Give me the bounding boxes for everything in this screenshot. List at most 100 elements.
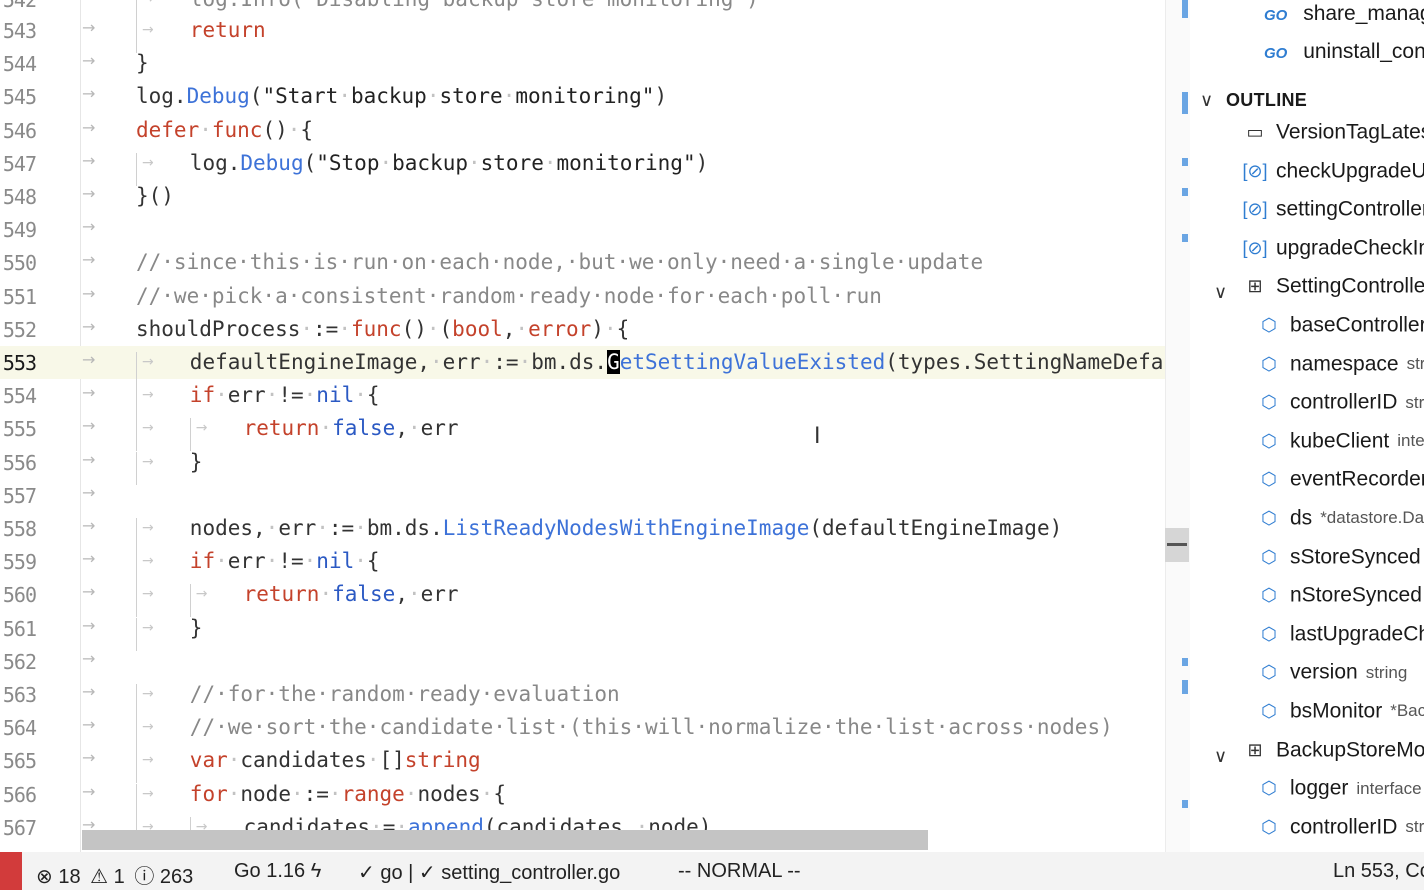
line-number: 548 <box>2 185 37 209</box>
outline-item[interactable]: ⬡ baseController <box>1256 313 1424 351</box>
code-text: } <box>136 616 202 651</box>
outline-header[interactable]: OUTLINE <box>1226 90 1307 111</box>
tab-marker-icon: → <box>82 217 96 237</box>
outline-item[interactable]: ⬡lastUpgradeCheckedTimestamp <box>1256 622 1424 660</box>
tab-marker-icon: → <box>82 516 96 535</box>
constant-icon: ▭ <box>1246 121 1264 142</box>
line-number: 554 <box>2 384 37 409</box>
outline-item[interactable]: ▭ VersionTagLatest <box>1242 120 1424 158</box>
chevron-down-icon[interactable]: ∨ <box>1214 282 1227 303</box>
outline-item[interactable]: ⬡controllerIDstring <box>1256 815 1424 852</box>
outline-item[interactable]: ⬡kubeClientinterface <box>1256 429 1424 467</box>
field-icon: ⬡ <box>1261 662 1277 683</box>
code-text: return <box>136 18 266 53</box>
outline-item[interactable]: ⬡ sStoreSynced <box>1256 545 1421 583</box>
field-icon: ⬡ <box>1261 623 1277 644</box>
field-icon: ⬡ <box>1261 507 1277 528</box>
scrollbar-change-marker <box>1182 92 1188 114</box>
line-number: 563 <box>2 683 37 707</box>
code-text: defaultEngineImage,·err·:=·bm.ds.GetSett… <box>136 350 1165 385</box>
tab-marker-icon: → <box>82 482 96 502</box>
code-line: 560 → return·false,·err <box>0 578 1165 618</box>
tab-marker-icon: → <box>82 84 96 104</box>
variable-icon: [⊘] <box>1242 160 1268 181</box>
cursor-position[interactable]: Ln 553, Col 64 <box>1333 860 1424 883</box>
problems-indicator[interactable]: ⊗ 18 ⚠ 1 ⓘ 263 <box>36 860 193 889</box>
outline-item[interactable]: ⬡ eventRecorder <box>1256 467 1424 505</box>
outline-item[interactable]: ⬡ version string <box>1256 660 1407 698</box>
outline-item[interactable]: ⬡controllerIDstring <box>1256 390 1424 428</box>
line-number: 558 <box>2 517 37 541</box>
check-icon: ✓ <box>418 862 436 884</box>
code-line-current: 553 → defaultEngineImage,·err·:=·bm.ds.Get… <box>0 346 1165 385</box>
outline-item[interactable]: ⬡namespacestring <box>1256 352 1424 390</box>
code-line: 559 → if·err·!=·nil·{ <box>0 545 1165 585</box>
outline-item[interactable]: ⬡ logger interface <box>1256 776 1421 814</box>
tab-marker-icon: → <box>82 615 96 635</box>
code-text: shouldProcess·:=·func()·(bool,·error)·{ <box>136 316 630 341</box>
tab-marker-icon: → <box>82 549 96 569</box>
vertical-scrollbar[interactable] <box>1165 0 1190 852</box>
file-item-uninstall[interactable]: GO uninstall_controller.go <box>1264 40 1424 78</box>
chevron-down-icon[interactable]: ∨ <box>1200 90 1213 111</box>
field-icon: ⬡ <box>1261 353 1277 374</box>
vertical-scrollbar-thumb[interactable] <box>1165 528 1189 562</box>
error-icon: ⊗ <box>36 866 53 888</box>
file-item-share-manager[interactable]: GO share_manager_controller.go <box>1264 2 1424 40</box>
lightning-icon: ϟ <box>310 860 322 882</box>
chevron-down-icon[interactable]: ∨ <box>1214 746 1227 767</box>
vim-mode: -- NORMAL -- <box>678 860 801 882</box>
code-text: nodes,·err·:=·bm.ds.ListReadyNodesWithEn… <box>136 516 1062 551</box>
tab-marker-icon: → <box>82 184 96 203</box>
scrollbar-change-marker <box>1182 188 1188 196</box>
variable-icon: [⊘] <box>1242 199 1268 220</box>
outline-item[interactable]: [⊘]checkUpgradeURL <box>1242 159 1424 197</box>
outline-item[interactable]: [⊘]upgradeCheckInterval <box>1242 236 1424 274</box>
field-icon: ⬡ <box>1261 469 1277 490</box>
line-number: 567 <box>2 815 37 840</box>
line-number: 544 <box>2 52 37 77</box>
code-text: } <box>136 51 149 76</box>
tab-marker-icon: → <box>82 449 96 469</box>
code-line: 564 → //·we·sort·the·candidate·list·(this·… <box>0 711 1165 751</box>
field-icon: ⬡ <box>1261 392 1277 413</box>
go-check-status[interactable]: ✓ go | ✓ setting_controller.go <box>358 860 620 885</box>
line-number: 552 <box>2 317 37 342</box>
text-cursor-ibeam-icon: I <box>814 424 821 449</box>
warning-icon: ⚠ <box>90 866 109 888</box>
line-number: 550 <box>2 251 37 276</box>
outline-item[interactable]: ⬡ds*datastore.DataStore <box>1256 506 1424 544</box>
variable-icon: [⊘] <box>1242 237 1268 258</box>
code-line: 555 → return·false,·err <box>0 412 1165 452</box>
code-text: //·we·pick·a·consistent·random·ready·nod… <box>136 283 882 308</box>
outline-item[interactable]: ⬡bsMonitor*BackupStoreMonitor <box>1256 699 1424 737</box>
outline-item[interactable]: ⊞BackupStoreMonitor <box>1242 738 1424 776</box>
code-line: 549 → <box>0 213 1165 246</box>
line-number: 557 <box>2 483 37 508</box>
code-line: 552 → shouldProcess·:=·func()·(bool,·error… <box>0 313 1165 346</box>
outline-item[interactable]: [⊘]settingControllerResyncPeriod <box>1242 197 1424 235</box>
code-line: 563 → //·for·the·random·ready·evaluation <box>0 678 1165 717</box>
horizontal-scrollbar-thumb[interactable] <box>82 830 928 850</box>
tab-marker-icon: → <box>82 416 96 436</box>
line-number: 546 <box>2 118 37 143</box>
tab-marker-icon: → <box>82 316 96 336</box>
go-version[interactable]: Go 1.16 ϟ <box>234 860 321 883</box>
code-editor[interactable]: 542 log.Info("Disabling backup store mon… <box>0 0 1165 852</box>
line-number: 556 <box>2 450 37 475</box>
code-text: return·false,·err <box>136 416 459 452</box>
outline-item[interactable]: ⊞ SettingController <box>1242 274 1424 312</box>
line-number: 547 <box>2 151 37 176</box>
tab-marker-icon: → <box>82 682 96 701</box>
outline-item[interactable]: ⬡ nStoreSynced <box>1256 583 1422 621</box>
code-line: 550 → //·since·this·is·run·on·each·node,·b… <box>0 246 1165 279</box>
code-text: if·err·!=·nil·{ <box>136 383 380 419</box>
info-icon: ⓘ <box>134 866 155 888</box>
scrollbar-change-marker <box>1182 680 1188 694</box>
line-number: 559 <box>2 550 37 575</box>
tab-marker-icon: → <box>82 150 96 170</box>
tab-marker-icon: → <box>82 350 96 369</box>
code-text: defer·func()·{ <box>136 117 314 142</box>
tab-marker-icon: → <box>82 283 96 303</box>
field-icon: ⬡ <box>1261 430 1277 451</box>
